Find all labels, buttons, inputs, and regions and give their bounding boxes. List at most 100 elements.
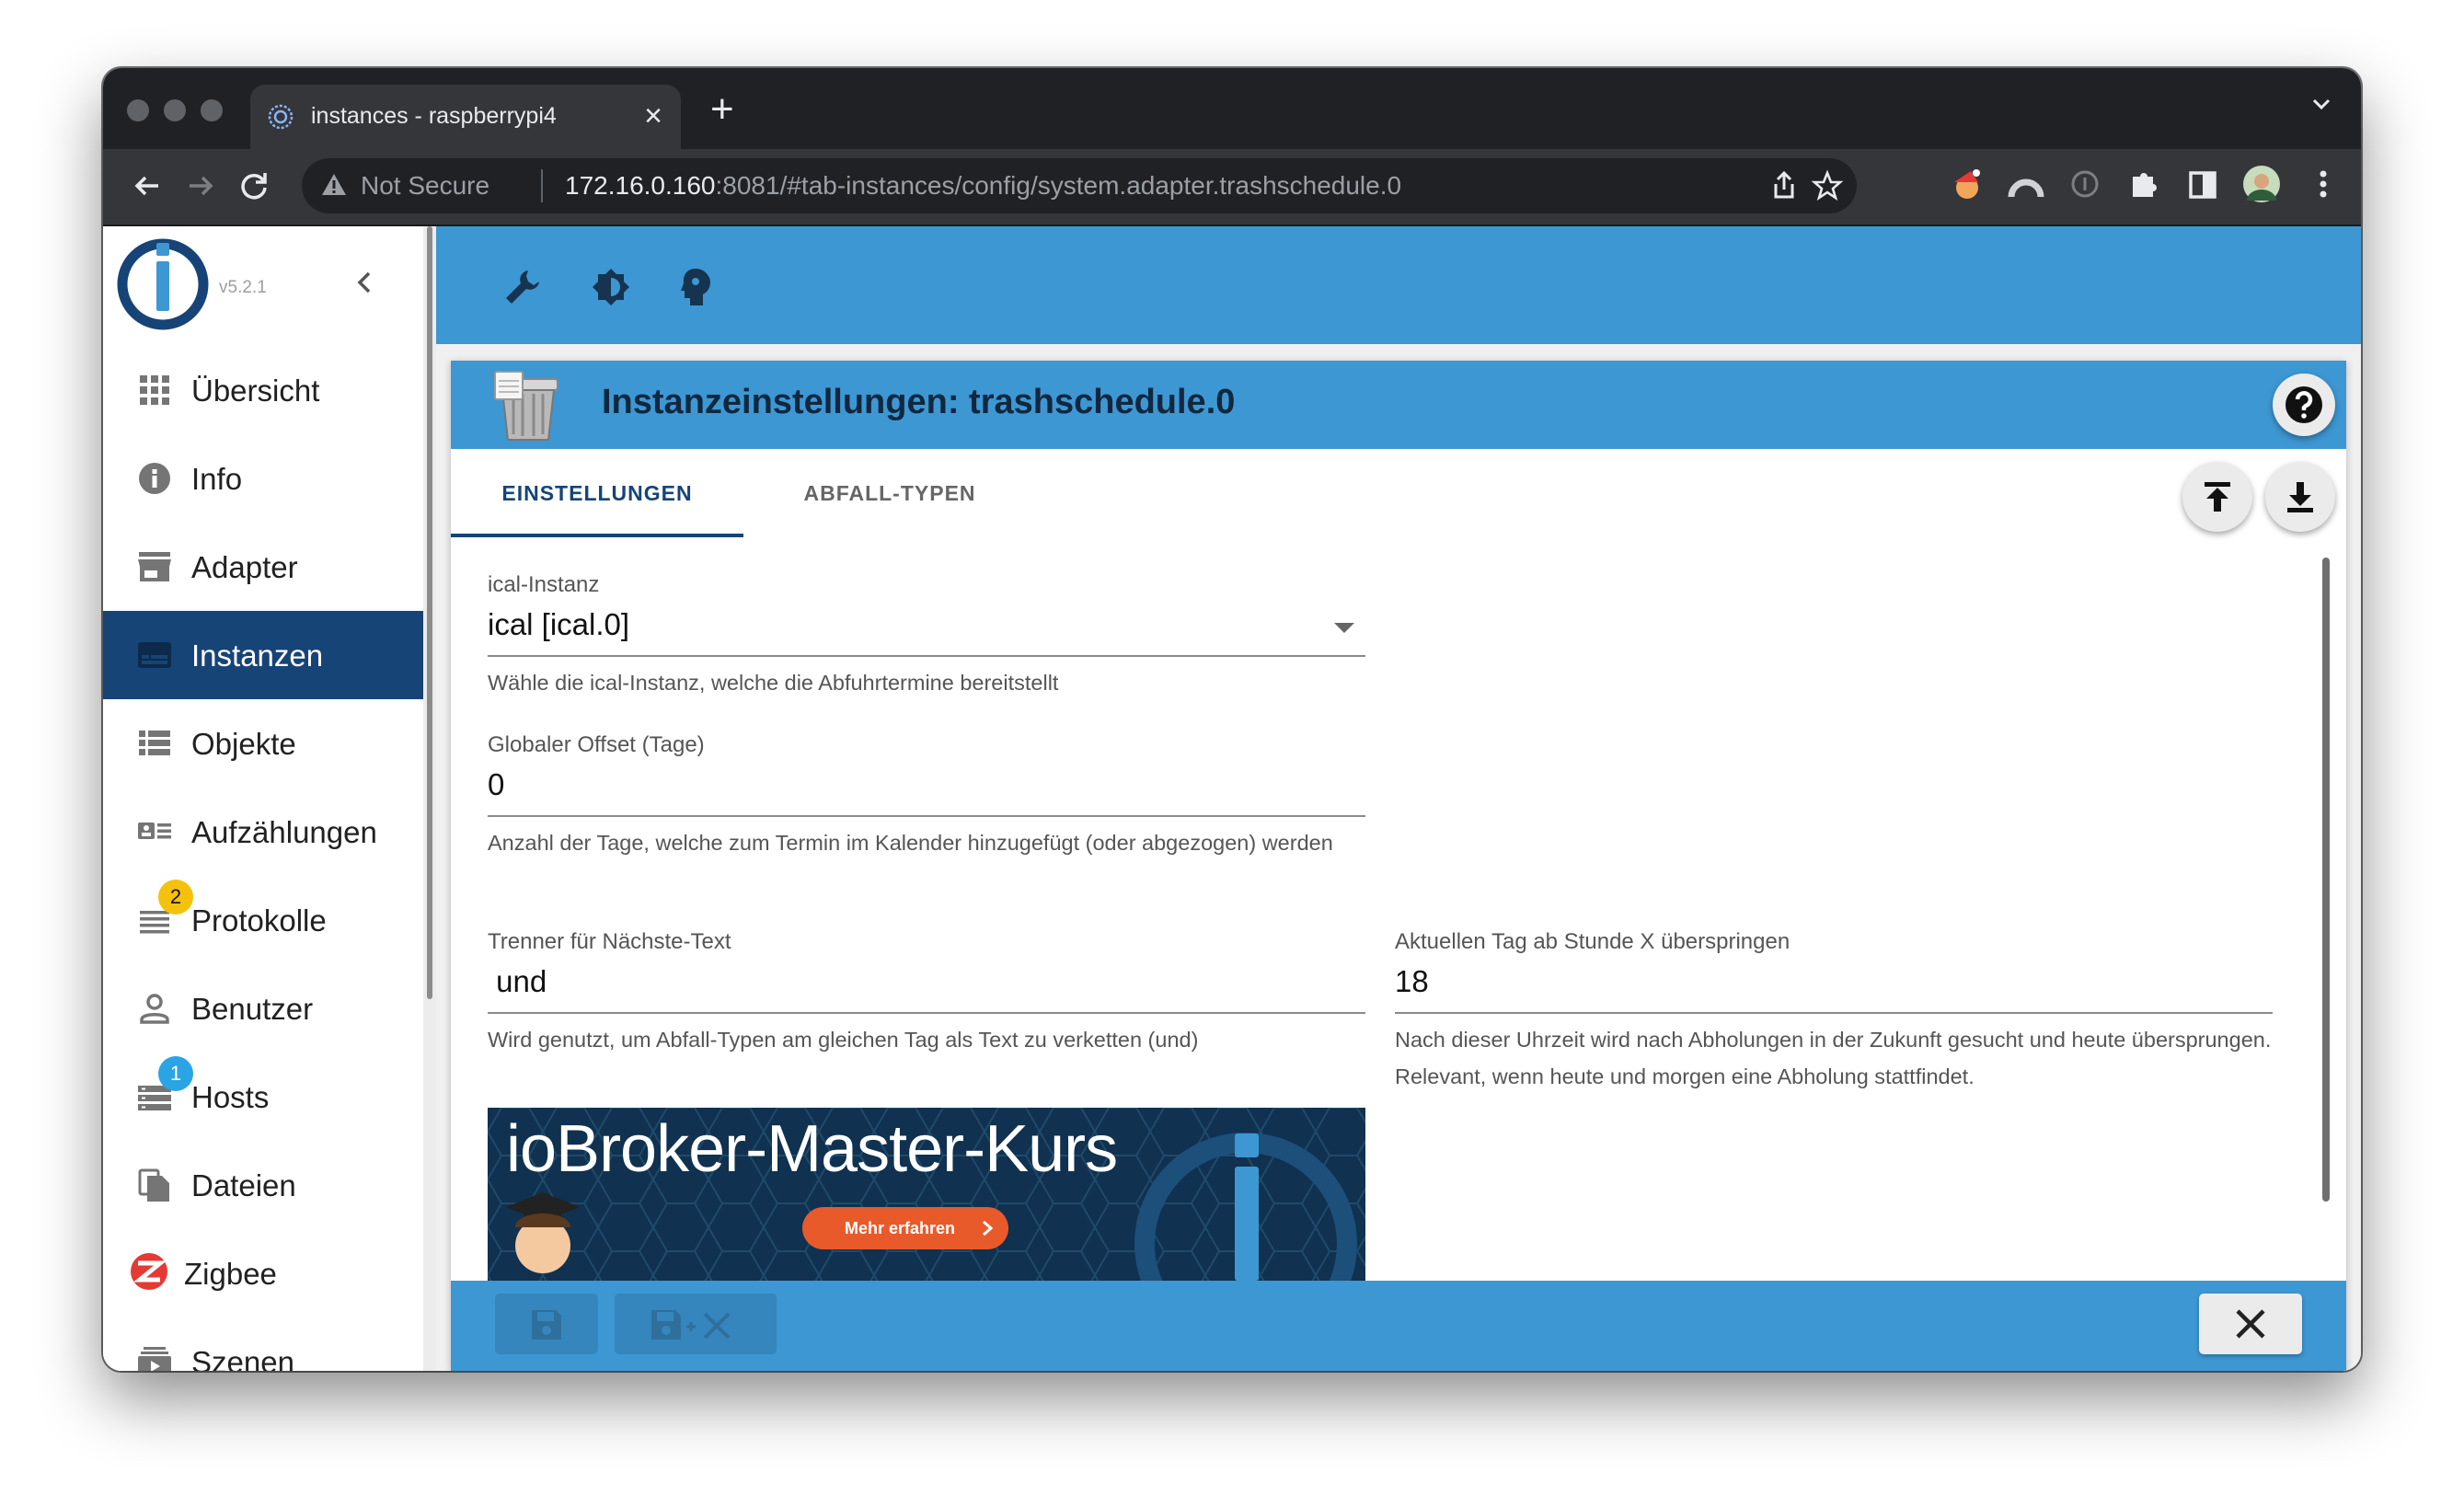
- save-icon: [532, 1310, 561, 1340]
- chevron-down-icon[interactable]: [2309, 92, 2333, 116]
- sidebar-item-dateien[interactable]: Dateien: [103, 1141, 423, 1229]
- sidebar-item-adapter[interactable]: Adapter: [103, 523, 423, 611]
- grid-icon: [140, 375, 169, 405]
- sidebar-item-benutzer[interactable]: Benutzer: [103, 964, 423, 1053]
- address-bar[interactable]: Not Secure 172.16.0.160:8081/#tab-instan…: [302, 158, 1857, 213]
- sidebar-item-hosts[interactable]: 1 Hosts: [103, 1053, 423, 1141]
- sidebar-item-label: Übersicht: [191, 374, 320, 408]
- collapse-chevron-icon[interactable]: [351, 269, 379, 296]
- enum-icon: [138, 823, 171, 839]
- profile-avatar-icon[interactable]: [2241, 166, 2282, 206]
- upload-settings-button[interactable]: [2182, 462, 2252, 532]
- chevron-right-icon: [983, 1220, 994, 1237]
- sidebar-scrollbar[interactable]: [423, 226, 436, 1371]
- dialog-title: Instanzeinstellungen: trashschedule.0: [602, 383, 1236, 421]
- forward-icon[interactable]: [180, 166, 221, 206]
- side-panel-icon[interactable]: [2184, 166, 2221, 202]
- help-button[interactable]: [2273, 374, 2335, 436]
- sidebar-item-label: Szenen: [191, 1345, 294, 1371]
- upload-icon: [2205, 482, 2230, 512]
- save-and-close-button[interactable]: [615, 1294, 777, 1354]
- tab-title: instances - raspberrypi4: [311, 103, 557, 129]
- global-offset-label: Globaler Offset (Tage): [488, 732, 705, 757]
- download-icon: [2287, 482, 2313, 512]
- sidebar-item-label: Zigbee: [184, 1257, 277, 1291]
- share-icon[interactable]: [1768, 169, 1800, 202]
- dialog-tabs: EINSTELLUNGEN ABFALL-TYPEN: [451, 449, 2346, 537]
- sidebar-item-objekte[interactable]: Objekte: [103, 699, 423, 788]
- extension-info-icon[interactable]: [2067, 166, 2103, 202]
- sidebar-item-protokolle[interactable]: 2 Protokolle: [103, 876, 423, 964]
- notification-badge: 2: [158, 880, 193, 915]
- sidebar-item-label: Protokolle: [191, 903, 327, 938]
- tab-einstellungen[interactable]: EINSTELLUNGEN: [451, 449, 743, 537]
- iobroker-app: v5.2.1 Übersicht Info Adapter Instanzen …: [103, 226, 2361, 1371]
- scenes-icon: [138, 1347, 171, 1371]
- browser-tab[interactable]: instances - raspberrypi4 ×: [250, 85, 681, 149]
- ical-instance-label: ical-Instanz: [488, 572, 600, 597]
- separator-label: Trenner für Nächste-Text: [488, 929, 731, 954]
- course-banner[interactable]: ioBroker-Master-Kurs Mehr erfahren: [488, 1108, 1365, 1281]
- url-text[interactable]: 172.16.0.160:8081/#tab-instances/config/…: [565, 171, 1401, 201]
- save-button[interactable]: [495, 1294, 598, 1354]
- sidebar-item-zigbee[interactable]: Zigbee: [103, 1229, 423, 1317]
- skip-hour-help: Nach dieser Uhrzeit wird nach Abholungen…: [1395, 1028, 2272, 1088]
- extension-santa-icon[interactable]: [1949, 166, 1986, 202]
- window-minimize-dot[interactable]: [164, 99, 186, 121]
- skip-hour-input[interactable]: 18: [1395, 964, 1429, 999]
- download-settings-button[interactable]: [2265, 462, 2335, 532]
- sidebar-item-instanzen[interactable]: Instanzen: [103, 611, 423, 699]
- banner-more-button[interactable]: Mehr erfahren: [802, 1207, 1008, 1249]
- content-scrollbar[interactable]: [2322, 558, 2330, 1202]
- sidebar-item-info[interactable]: Info: [103, 434, 423, 523]
- version-label: v5.2.1: [219, 278, 267, 297]
- instance-settings-dialog: Instanzeinstellungen: trashschedule.0 EI…: [451, 361, 2346, 1371]
- warning-icon: [322, 174, 346, 195]
- notification-badge: 1: [158, 1056, 193, 1091]
- security-label[interactable]: Not Secure: [361, 171, 489, 201]
- sidebar: v5.2.1 Übersicht Info Adapter Instanzen …: [103, 226, 423, 1371]
- extensions-puzzle-icon[interactable]: [2125, 166, 2162, 202]
- sidebar-item-aufzaehlungen[interactable]: Aufzählungen: [103, 788, 423, 876]
- ical-instance-underline: [488, 655, 1365, 657]
- iobroker-logo: [117, 238, 209, 330]
- sidebar-item-label: Benutzer: [191, 992, 314, 1026]
- sidebar-item-label: Info: [191, 462, 243, 496]
- sidebar-item-label: Dateien: [191, 1168, 296, 1202]
- sidebar-item-uebersicht[interactable]: Übersicht: [103, 346, 423, 434]
- skip-hour-label: Aktuellen Tag ab Stunde X überspringen: [1395, 929, 1790, 954]
- ical-instance-select[interactable]: ical [ical.0]: [488, 607, 629, 642]
- new-tab-icon[interactable]: +: [710, 86, 734, 132]
- extension-arc-icon[interactable]: [2008, 166, 2044, 202]
- omnibox-divider: [541, 169, 543, 202]
- expert-head-icon[interactable]: [675, 265, 720, 309]
- url-path: :8081/#tab-instances/config/system.adapt…: [715, 171, 1402, 200]
- info-icon: [139, 463, 170, 494]
- tab-abfall-typen[interactable]: ABFALL-TYPEN: [743, 449, 1036, 537]
- tab-strip: instances - raspberrypi4 × +: [103, 68, 2361, 149]
- zigbee-icon: [131, 1253, 167, 1290]
- list-icon: [139, 730, 170, 755]
- browser-menu-icon[interactable]: [2309, 166, 2337, 202]
- sidebar-item-szenen[interactable]: Szenen: [103, 1317, 423, 1371]
- global-offset-field: Globaler Offset (Tage) 0 Anzahl der Tage…: [488, 732, 1365, 907]
- global-offset-input[interactable]: 0: [488, 767, 504, 802]
- global-offset-help: Anzahl der Tage, welche zum Termin im Ka…: [488, 831, 1333, 855]
- dropdown-arrow-icon[interactable]: [1332, 620, 1356, 635]
- trashschedule-icon: [494, 371, 558, 441]
- expert-mode-icon[interactable]: [589, 265, 633, 309]
- url-host: 172.16.0.160: [565, 171, 716, 200]
- wrench-icon[interactable]: [501, 265, 545, 309]
- back-icon[interactable]: [127, 166, 167, 206]
- user-icon: [140, 994, 169, 1024]
- bookmark-star-icon[interactable]: [1811, 169, 1844, 202]
- close-dialog-button[interactable]: [2199, 1294, 2302, 1354]
- tab-close-icon[interactable]: ×: [644, 98, 662, 134]
- sidebar-scrollbar-thumb[interactable]: [427, 226, 432, 999]
- window-zoom-dot[interactable]: [201, 99, 223, 121]
- reload-icon[interactable]: [234, 166, 274, 206]
- window-close-dot[interactable]: [127, 99, 149, 121]
- separator-input[interactable]: und: [488, 964, 547, 999]
- sidebar-item-label: Instanzen: [191, 638, 324, 673]
- global-offset-underline: [488, 815, 1365, 817]
